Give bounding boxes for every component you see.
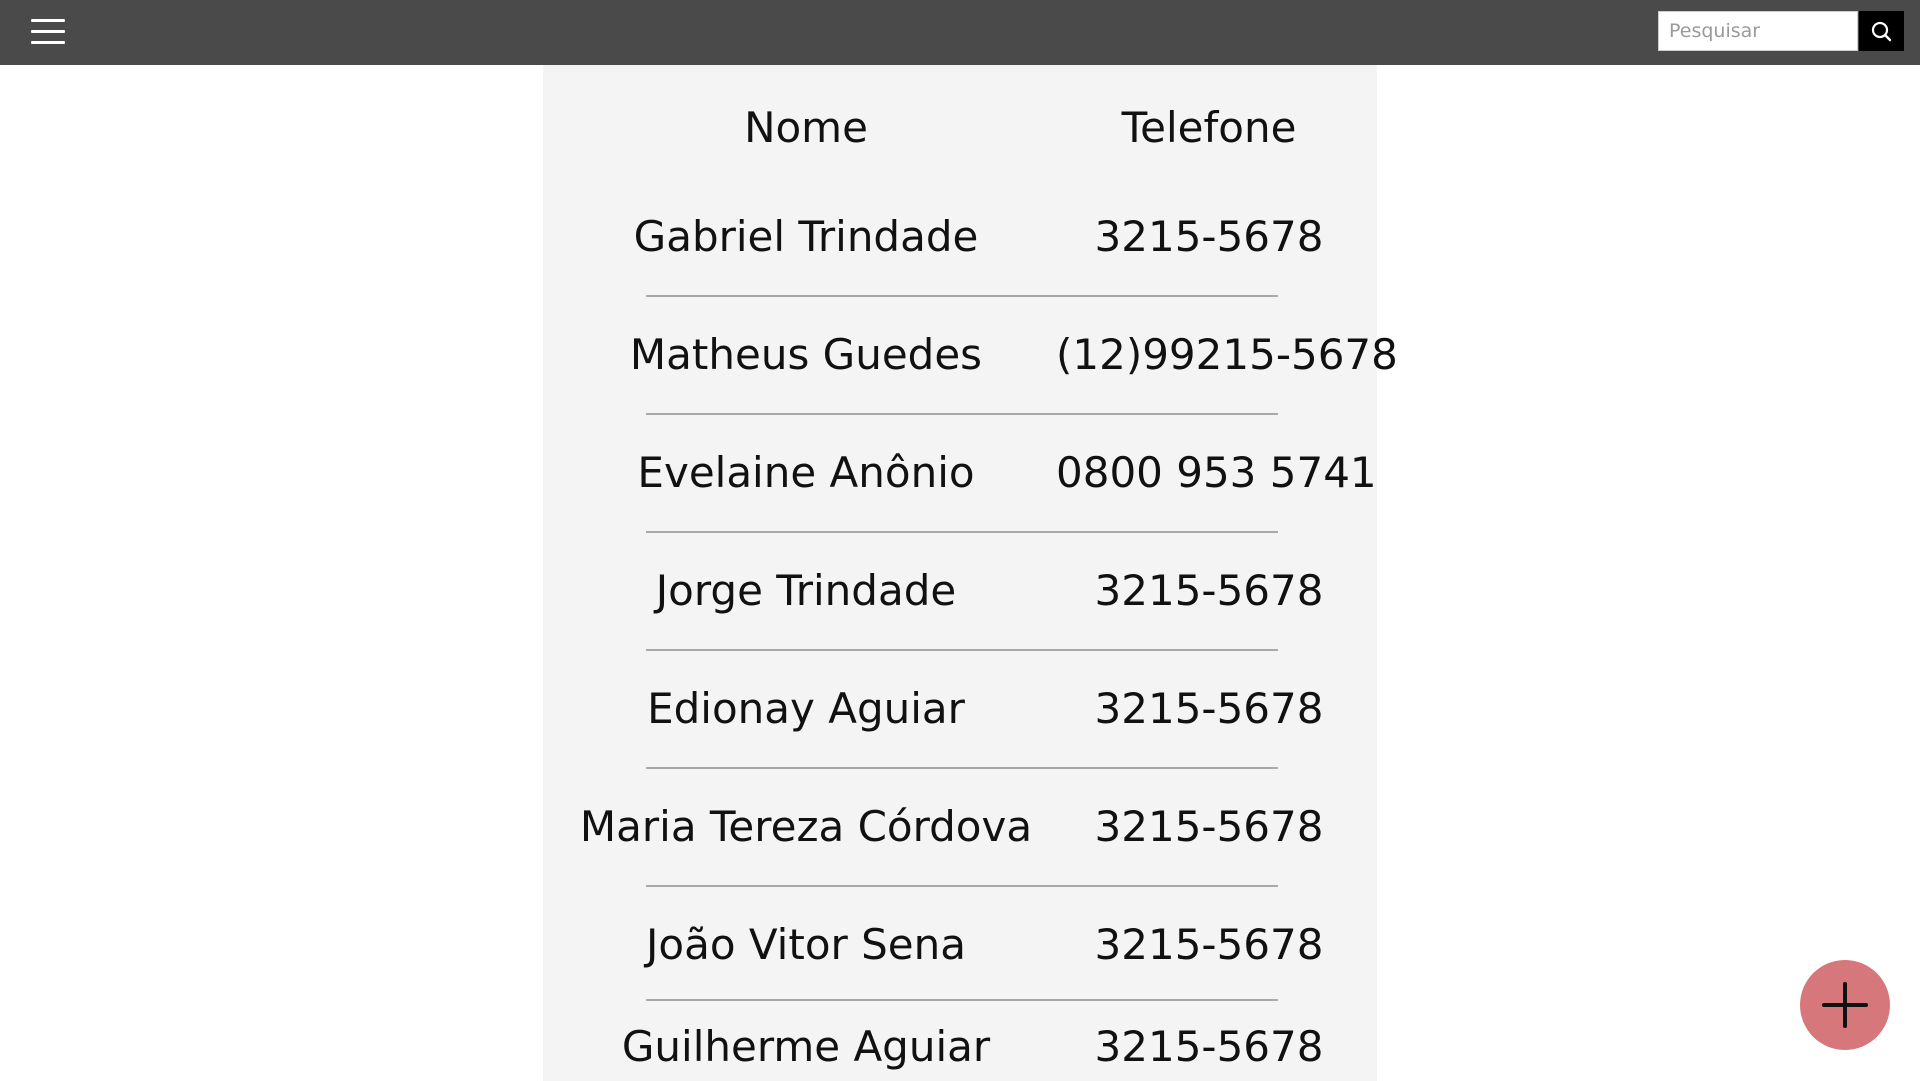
contact-phone: 3215-5678 bbox=[1094, 212, 1324, 261]
contact-phone: 3215-5678 bbox=[1094, 684, 1324, 733]
contact-name: Guilherme Aguiar bbox=[621, 1022, 991, 1071]
contact-name: Matheus Guedes bbox=[629, 330, 983, 379]
contact-phone: 3215-5678 bbox=[1094, 566, 1324, 615]
row-divider bbox=[646, 767, 1278, 769]
contact-phone: 3215-5678 bbox=[1094, 920, 1324, 969]
search-icon bbox=[1871, 21, 1892, 42]
contact-name: João Vitor Sena bbox=[646, 920, 966, 969]
contact-name: Gabriel Trindade bbox=[633, 212, 979, 261]
contact-phone: 0800 953 5741 bbox=[1056, 448, 1377, 497]
row-divider bbox=[646, 999, 1278, 1001]
row-divider bbox=[646, 649, 1278, 651]
contact-name: Jorge Trindade bbox=[655, 566, 957, 615]
row-divider bbox=[646, 413, 1278, 415]
column-header-name: Nome bbox=[744, 103, 868, 152]
search-input[interactable] bbox=[1658, 11, 1858, 51]
row-divider bbox=[646, 531, 1278, 533]
contacts-table: Nome Telefone Gabriel Trindade 3215-5678… bbox=[543, 65, 1398, 1081]
row-divider bbox=[646, 885, 1278, 887]
add-contact-button[interactable] bbox=[1800, 960, 1890, 1050]
row-divider bbox=[646, 295, 1278, 297]
search-button[interactable] bbox=[1859, 11, 1904, 51]
top-navigation-bar bbox=[0, 0, 1920, 65]
contact-phone: 3215-5678 bbox=[1094, 802, 1324, 851]
contact-name: Maria Tereza Córdova bbox=[579, 802, 1033, 851]
column-header-phone: Telefone bbox=[1121, 103, 1297, 152]
contact-name: Edionay Aguiar bbox=[647, 684, 965, 733]
contact-name: Evelaine Anônio bbox=[637, 448, 975, 497]
contact-phone: (12)99215-5678 bbox=[1056, 330, 1398, 379]
contact-phone: 3215-5678 bbox=[1094, 1022, 1324, 1071]
hamburger-menu-icon[interactable] bbox=[25, 15, 71, 49]
